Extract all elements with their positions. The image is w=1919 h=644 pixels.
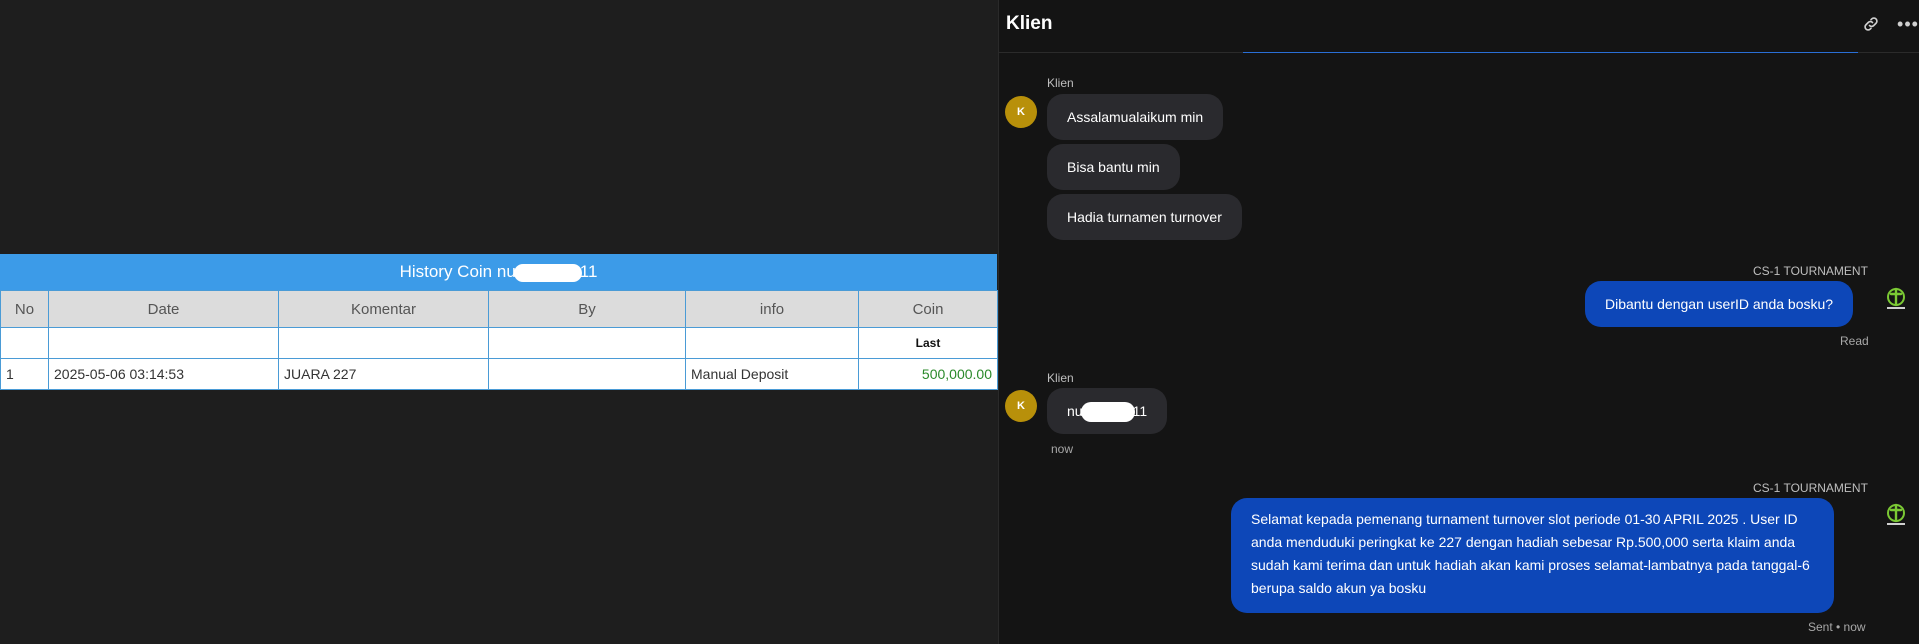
table-subheader-row: Last xyxy=(0,327,998,359)
chat-header: Klien ••• xyxy=(999,0,1919,53)
col-komentar[interactable]: Komentar xyxy=(278,290,489,328)
cell-komentar: JUARA 227 xyxy=(278,358,489,390)
tournament-logo-icon xyxy=(1881,284,1911,314)
message-bubble-outgoing[interactable]: Selamat kepada pemenang turnament turnov… xyxy=(1231,498,1834,613)
message-status: Sent • now xyxy=(1808,620,1866,634)
screen: History Coin nu 11 No Date Komentar By in… xyxy=(0,0,1919,644)
cell-coin: 500,000.00 xyxy=(858,358,998,390)
history-title-prefix: History Coin nu xyxy=(399,262,516,281)
col-info[interactable]: info xyxy=(685,290,859,328)
message-bubble-outgoing[interactable]: Dibantu dengan userID anda bosku? xyxy=(1585,281,1854,327)
table-row[interactable]: 1 2025-05-06 03:14:53 JUARA 227 Manual D… xyxy=(0,358,998,390)
history-grid: No Date Komentar By info Coin Last 1 202… xyxy=(0,290,998,390)
avatar: K xyxy=(1005,96,1037,128)
message-bubble-incoming[interactable]: Hadia turnamen turnover xyxy=(1047,194,1242,240)
redaction-mask xyxy=(513,263,582,282)
col-coin[interactable]: Coin xyxy=(858,290,998,328)
message-suffix: 11 xyxy=(1132,403,1148,419)
avatar: K xyxy=(1005,390,1037,422)
coin-subheader: Last xyxy=(858,327,998,359)
history-pane: History Coin nu 11 No Date Komentar By in… xyxy=(0,0,998,644)
message-time: now xyxy=(1051,442,1074,456)
message-status: Read xyxy=(1840,334,1869,348)
sender-name: Klien xyxy=(1047,371,1074,385)
cell-no: 1 xyxy=(0,358,49,390)
sender-name: CS-1 TOURNAMENT xyxy=(1753,481,1868,495)
col-no[interactable]: No xyxy=(0,290,49,328)
cell-info: Manual Deposit xyxy=(685,358,859,390)
more-horizontal-icon[interactable]: ••• xyxy=(1894,10,1919,38)
message-bubble-incoming[interactable]: nu 11 xyxy=(1047,388,1168,434)
col-by[interactable]: By xyxy=(488,290,686,328)
history-title-suffix: 11 xyxy=(579,262,598,281)
message-bubble-incoming[interactable]: Assalamualaikum min xyxy=(1047,94,1224,140)
link-icon[interactable] xyxy=(1857,10,1885,38)
redaction-mask xyxy=(1080,402,1135,423)
chat-title: Klien xyxy=(1006,13,1053,34)
cell-by xyxy=(488,358,686,390)
header-progress-line xyxy=(1243,52,1858,53)
history-title-bar: History Coin nu 11 xyxy=(0,254,997,290)
tournament-logo-icon xyxy=(1881,500,1911,530)
sender-name: CS-1 TOURNAMENT xyxy=(1753,264,1868,278)
col-date[interactable]: Date xyxy=(48,290,279,328)
sender-name: Klien xyxy=(1047,76,1074,90)
cell-date: 2025-05-06 03:14:53 xyxy=(48,358,279,390)
chat-pane: Klien ••• Klien K Assalamualaikum min Bi… xyxy=(998,0,1919,644)
history-coin-table: History Coin nu 11 No Date Komentar By in… xyxy=(0,254,998,390)
message-bubble-incoming[interactable]: Bisa bantu min xyxy=(1047,144,1180,190)
table-header-row: No Date Komentar By info Coin xyxy=(0,290,998,328)
